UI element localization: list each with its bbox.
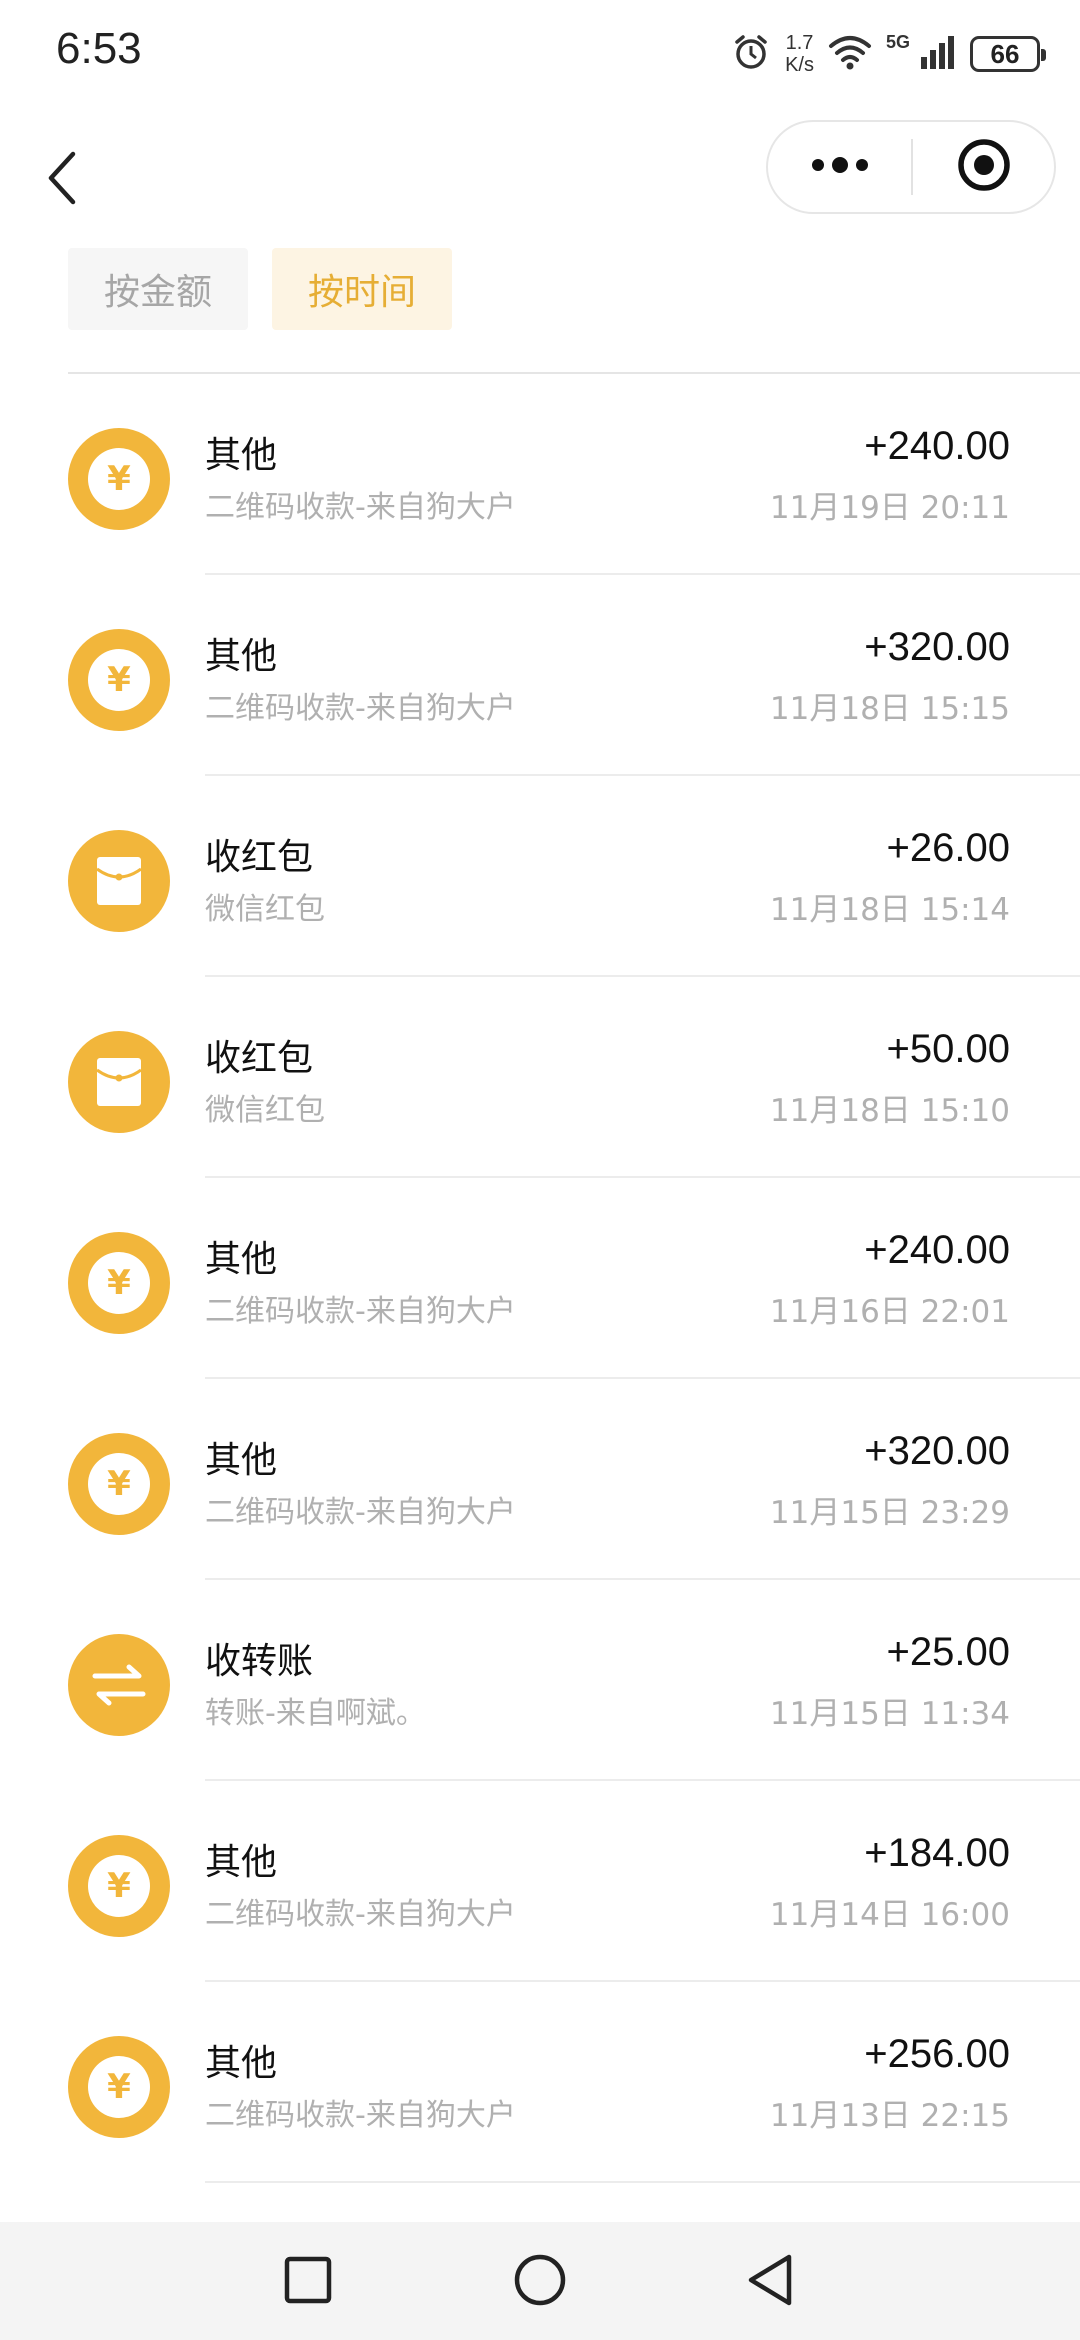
yuan-coin-icon: ¥ <box>68 1433 170 1535</box>
transaction-amount: +240.00 <box>864 424 1010 468</box>
status-bar: 6:53 1.7 K/s 5G 66 <box>0 0 1080 110</box>
target-circle-icon <box>956 137 1012 197</box>
transaction-time: 11月18日 15:10 <box>769 1093 1010 1129</box>
transaction-row[interactable]: ¥ 其他 二维码收款-来自狗大户 +320.00 11月18日 15:15 <box>0 575 1080 776</box>
status-icons: 1.7 K/s 5G 66 <box>731 26 1046 82</box>
yuan-coin-icon: ¥ <box>68 629 170 731</box>
transaction-time: 11月16日 22:01 <box>769 1294 1010 1330</box>
transaction-subtitle: 二维码收款-来自狗大户 <box>205 1897 516 1932</box>
transaction-amount: +240.00 <box>864 1228 1010 1272</box>
signal-icon <box>920 35 956 73</box>
red-envelope-icon <box>68 1031 170 1133</box>
transaction-subtitle: 二维码收款-来自狗大户 <box>205 490 516 525</box>
transaction-row[interactable]: ¥ 其他 二维码收款-来自狗大户 +240.00 11月16日 22:01 <box>0 1178 1080 1379</box>
net-speed-unit: K/s <box>785 54 814 76</box>
filter-by-amount[interactable]: 按金额 <box>68 248 249 330</box>
yuan-coin-icon: ¥ <box>68 1835 170 1937</box>
net-speed: 1.7 K/s <box>785 32 814 76</box>
transaction-subtitle: 二维码收款-来自狗大户 <box>205 1294 516 1329</box>
triangle-back-icon <box>745 2253 795 2311</box>
transaction-subtitle: 二维码收款-来自狗大户 <box>205 691 516 726</box>
transaction-row[interactable]: 收红包 微信红包 +26.00 11月18日 15:14 <box>0 776 1080 977</box>
transaction-time: 11月19日 20:11 <box>769 490 1010 526</box>
battery-level: 66 <box>990 38 1020 69</box>
transaction-title: 其他 <box>205 1239 278 1280</box>
filter-by-time[interactable]: 按时间 <box>272 248 453 330</box>
chevron-left-icon <box>45 150 79 210</box>
transaction-list: ¥ 其他 二维码收款-来自狗大户 +240.00 11月19日 20:11 ¥ … <box>0 374 1080 2183</box>
row-divider <box>205 2181 1080 2183</box>
transaction-title: 其他 <box>205 1440 278 1481</box>
transaction-title: 收红包 <box>205 1038 314 1079</box>
network-type: 5G <box>885 31 910 52</box>
transaction-amount: +25.00 <box>886 1630 1010 1674</box>
transaction-subtitle: 微信红包 <box>205 1093 325 1128</box>
transaction-title: 收转账 <box>205 1641 314 1682</box>
mini-program-capsule <box>766 120 1056 214</box>
transaction-subtitle: 微信红包 <box>205 892 325 927</box>
transaction-row[interactable]: ¥ 其他 二维码收款-来自狗大户 +240.00 11月19日 20:11 <box>0 374 1080 575</box>
alarm-icon <box>731 32 771 76</box>
transaction-amount: +256.00 <box>864 2032 1010 2076</box>
yuan-coin-icon: ¥ <box>68 1232 170 1334</box>
transfer-arrows-icon <box>68 1634 170 1736</box>
transaction-amount: +50.00 <box>886 1027 1010 1071</box>
back-button[interactable] <box>32 140 92 220</box>
home-button[interactable] <box>500 2242 580 2322</box>
transaction-time: 11月13日 22:15 <box>769 2098 1010 2134</box>
transaction-time: 11月18日 15:14 <box>769 892 1010 928</box>
transaction-title: 其他 <box>205 435 278 476</box>
more-dots-icon <box>808 155 872 179</box>
transaction-row[interactable]: ¥ 其他 二维码收款-来自狗大户 +256.00 11月13日 22:15 <box>0 1982 1080 2183</box>
transaction-time: 11月14日 16:00 <box>769 1897 1010 1933</box>
system-back-button[interactable] <box>730 2242 810 2322</box>
net-speed-value: 1.7 <box>785 32 814 54</box>
transaction-amount: +184.00 <box>864 1831 1010 1875</box>
close-mini-program-button[interactable] <box>913 122 1054 212</box>
status-time: 6:53 <box>56 24 142 73</box>
yuan-coin-icon: ¥ <box>68 428 170 530</box>
transaction-title: 其他 <box>205 636 278 677</box>
wifi-icon <box>828 34 872 74</box>
transaction-amount: +26.00 <box>886 826 1010 870</box>
circle-home-icon <box>513 2253 567 2311</box>
battery-icon: 66 <box>970 36 1046 72</box>
transaction-title: 其他 <box>205 1842 278 1883</box>
square-recents-icon <box>284 2256 332 2308</box>
transaction-time: 11月15日 11:34 <box>769 1696 1010 1732</box>
transaction-amount: +320.00 <box>864 625 1010 669</box>
transaction-row[interactable]: 收红包 微信红包 +50.00 11月18日 15:10 <box>0 977 1080 1178</box>
transaction-subtitle: 二维码收款-来自狗大户 <box>205 1495 516 1530</box>
transaction-title: 其他 <box>205 2043 278 2084</box>
transaction-amount: +320.00 <box>864 1429 1010 1473</box>
transaction-time: 11月15日 23:29 <box>769 1495 1010 1531</box>
transaction-time: 11月18日 15:15 <box>769 691 1010 727</box>
more-button[interactable] <box>768 122 911 212</box>
transaction-title: 收红包 <box>205 837 314 878</box>
transaction-subtitle: 转账-来自啊斌。 <box>205 1696 426 1731</box>
red-envelope-icon <box>68 830 170 932</box>
yuan-coin-icon: ¥ <box>68 2036 170 2138</box>
system-nav-bar <box>0 2222 1080 2340</box>
transaction-subtitle: 二维码收款-来自狗大户 <box>205 2098 516 2133</box>
transaction-row[interactable]: ¥ 其他 二维码收款-来自狗大户 +320.00 11月15日 23:29 <box>0 1379 1080 1580</box>
transaction-row[interactable]: 收转账 转账-来自啊斌。 +25.00 11月15日 11:34 <box>0 1580 1080 1781</box>
transaction-row[interactable]: ¥ 其他 二维码收款-来自狗大户 +184.00 11月14日 16:00 <box>0 1781 1080 1982</box>
recents-button[interactable] <box>268 2242 348 2322</box>
